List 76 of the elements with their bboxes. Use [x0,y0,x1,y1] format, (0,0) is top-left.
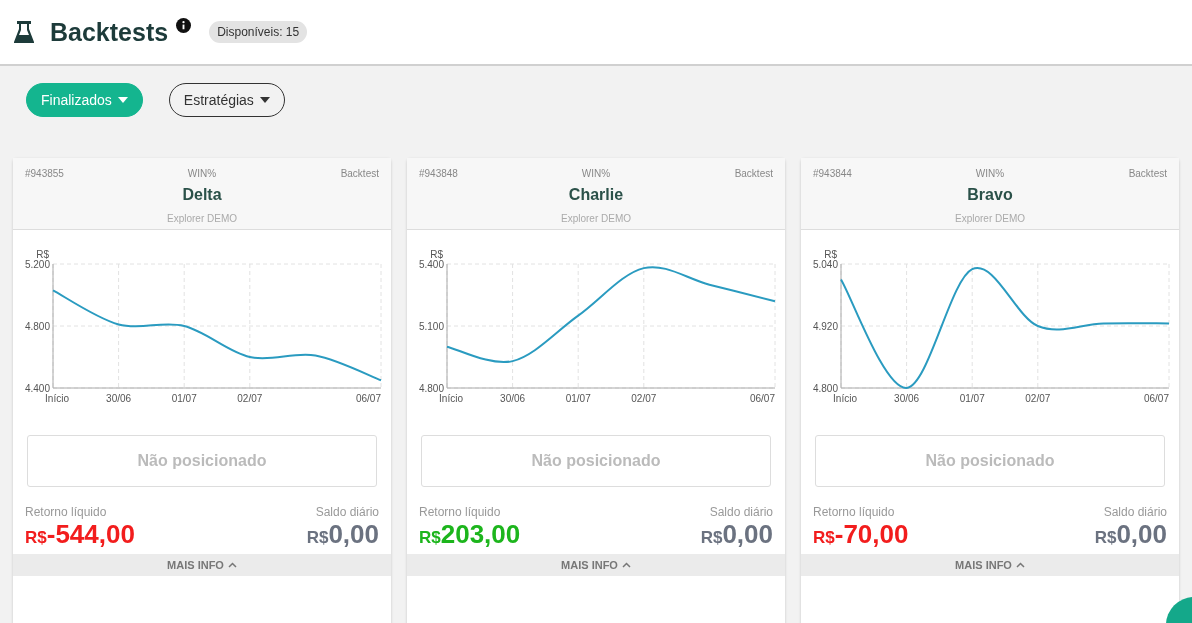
daily-balance-value: 0,00 [1116,519,1167,550]
axis-tick-label: 4.800 [24,321,50,332]
currency-symbol: R$ [700,528,723,548]
axis-tick-label: 5.100 [418,321,444,332]
axis-tick-label: 4.400 [24,383,50,394]
axis-tick-label: 4.920 [812,321,838,332]
axis-tick-label: 02/07 [1025,393,1051,404]
account-name: Explorer DEMO [955,212,1025,226]
position-status: Não posicionado [421,435,771,487]
axis-tick-label: 06/07 [1143,393,1169,404]
daily-balance-label: Saldo diário [315,505,379,519]
axis-tick-label: 06/07 [749,393,775,404]
info-icon[interactable] [176,18,192,33]
currency-symbol: R$ [25,528,47,548]
net-return-label: Retorno líquido [813,505,895,519]
axis-tick-label: 4.800 [418,383,444,394]
caret-icon [259,97,270,103]
axis-tick-label: Início [45,393,69,404]
page-title: Backtests [50,17,169,47]
axis-tick-label: 30/06 [106,393,132,404]
axis-tick-label: Início [833,393,857,404]
account-name: Explorer DEMO [167,212,237,226]
axis-tick-label: 5.040 [812,259,838,270]
backtest-type: Backtest [1128,168,1167,181]
daily-balance-value: 0,00 [328,519,379,550]
net-return-label: Retorno líquido [25,505,107,519]
currency-symbol: R$ [813,528,835,548]
net-return-value: -70,00 [834,519,909,550]
account-name: Explorer DEMO [561,212,631,226]
currency-symbol: R$ [419,528,441,548]
daily-balance-label: Saldo diário [709,505,773,519]
more-info-button[interactable]: MAIS INFO [801,554,1179,576]
axis-tick-label: 5.200 [24,259,50,270]
strategy-name: Bravo [967,186,1013,206]
more-info-button[interactable]: MAIS INFO [407,554,785,576]
axis-tick-label: 02/07 [237,393,263,404]
daily-balance-label: Saldo diário [1103,505,1167,519]
caret-icon [117,97,128,103]
net-return-label: Retorno líquido [419,505,501,519]
axis-tick-label: 01/07 [171,393,197,404]
axis-unit-label: R$ [824,249,837,260]
backtest-id: #943855 [25,168,64,181]
axis-tick-label: 30/06 [894,393,920,404]
position-status: Não posicionado [27,435,377,487]
filter-dropdown[interactable]: Finalizados [26,83,143,117]
axis-tick-label: 06/07 [355,393,381,404]
chevron-up-icon [1015,562,1025,568]
backtest-type: Backtest [340,168,379,181]
currency-symbol: R$ [306,528,329,548]
chevron-up-icon [227,562,237,568]
strategy-name: Charlie [568,186,624,206]
availability-badge: Disponíveis: 15 [209,21,308,43]
asset-symbol: WIN% [187,168,217,181]
backtest-id: #943844 [813,168,852,181]
axis-tick-label: 01/07 [959,393,985,404]
axis-tick-label: 5.400 [418,259,444,270]
daily-balance-value: 0,00 [722,519,773,550]
axis-unit-label: R$ [36,249,49,260]
net-return-value: 203,00 [440,519,521,550]
strategy-name: Delta [182,186,222,206]
flask-icon [14,20,34,44]
currency-symbol: R$ [1094,528,1117,548]
backtest-type: Backtest [734,168,773,181]
axis-tick-label: 02/07 [631,393,657,404]
asset-symbol: WIN% [581,168,611,181]
axis-tick-label: Início [439,393,463,404]
axis-tick-label: 30/06 [500,393,526,404]
net-return-value: -544,00 [46,519,135,550]
axis-unit-label: R$ [430,249,443,260]
chevron-up-icon [621,562,631,568]
more-info-button[interactable]: MAIS INFO [13,554,391,576]
axis-tick-label: 01/07 [565,393,591,404]
asset-symbol: WIN% [975,168,1005,181]
axis-tick-label: 4.800 [812,383,838,394]
backtest-id: #943848 [419,168,458,181]
position-status: Não posicionado [815,435,1165,487]
